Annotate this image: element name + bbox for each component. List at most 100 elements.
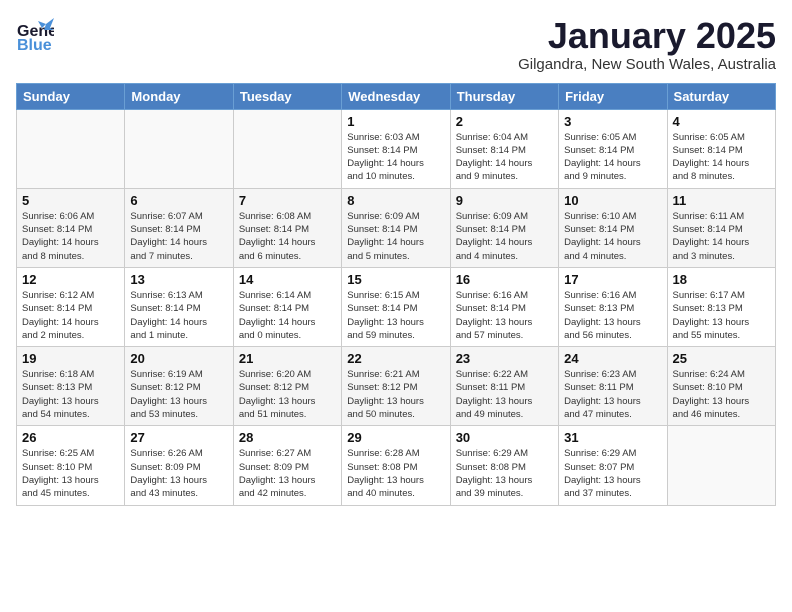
day-number: 2 bbox=[456, 114, 553, 129]
day-number: 21 bbox=[239, 351, 336, 366]
calendar-cell bbox=[233, 109, 341, 188]
calendar-cell: 27Sunrise: 6:26 AM Sunset: 8:09 PM Dayli… bbox=[125, 426, 233, 505]
day-number: 22 bbox=[347, 351, 444, 366]
day-number: 6 bbox=[130, 193, 227, 208]
day-info: Sunrise: 6:13 AM Sunset: 8:14 PM Dayligh… bbox=[130, 289, 227, 342]
day-number: 25 bbox=[673, 351, 770, 366]
page-header: General Blue January 2025 Gilgandra, New… bbox=[16, 16, 776, 73]
calendar-cell: 29 Sunrise: 6:28 AM Sunset: 8:08 PM Dayli… bbox=[342, 426, 450, 505]
svg-text:Blue: Blue bbox=[17, 37, 52, 54]
day-info: Sunrise: 6:24 AM Sunset: 8:10 PM Dayligh… bbox=[673, 368, 770, 421]
day-info: Sunrise: 6:21 AM Sunset: 8:12 PM Dayligh… bbox=[347, 368, 444, 421]
day-number: 1 bbox=[347, 114, 444, 129]
location-title: Gilgandra, New South Wales, Australia bbox=[518, 56, 776, 73]
calendar-cell: 8Sunrise: 6:09 AM Sunset: 8:14 PM Daylig… bbox=[342, 188, 450, 267]
logo: General Blue bbox=[16, 16, 54, 59]
calendar-cell: 11 Sunrise: 6:11 AM Sunset: 8:14 PM Dayli… bbox=[667, 188, 775, 267]
day-info: Sunrise: 6:15 AM Sunset: 8:14 PM Dayligh… bbox=[347, 289, 444, 342]
day-number: 30 bbox=[456, 430, 553, 445]
day-number: 24 bbox=[564, 351, 661, 366]
day-info: Sunrise: 6:03 AM Sunset: 8:14 PM Dayligh… bbox=[347, 131, 444, 184]
day-info: Sunrise: 6:28 AM Sunset: 8:08 PM Dayligh… bbox=[347, 447, 444, 500]
calendar-cell: 16 Sunrise: 6:16 AM Sunset: 8:14 PM Dayli… bbox=[450, 267, 558, 346]
day-number: 19 bbox=[22, 351, 119, 366]
calendar-cell: 1 Sunrise: 6:03 AM Sunset: 8:14 PM Daylig… bbox=[342, 109, 450, 188]
calendar-cell: 2Sunrise: 6:04 AM Sunset: 8:14 PM Daylig… bbox=[450, 109, 558, 188]
calendar-cell: 18Sunrise: 6:17 AM Sunset: 8:13 PM Dayli… bbox=[667, 267, 775, 346]
calendar-week-row: 1 Sunrise: 6:03 AM Sunset: 8:14 PM Daylig… bbox=[17, 109, 776, 188]
day-info: Sunrise: 6:25 AM Sunset: 8:10 PM Dayligh… bbox=[22, 447, 119, 500]
day-number: 27 bbox=[130, 430, 227, 445]
weekday-header-tuesday: Tuesday bbox=[233, 83, 341, 109]
calendar-cell: 13 Sunrise: 6:13 AM Sunset: 8:14 PM Dayli… bbox=[125, 267, 233, 346]
day-info: Sunrise: 6:29 AM Sunset: 8:07 PM Dayligh… bbox=[564, 447, 661, 500]
calendar-cell bbox=[125, 109, 233, 188]
calendar-cell: 22 Sunrise: 6:21 AM Sunset: 8:12 PM Dayli… bbox=[342, 347, 450, 426]
calendar-cell: 25 Sunrise: 6:24 AM Sunset: 8:10 PM Dayli… bbox=[667, 347, 775, 426]
title-block: January 2025 Gilgandra, New South Wales,… bbox=[518, 16, 776, 73]
calendar-week-row: 26 Sunrise: 6:25 AM Sunset: 8:10 PM Dayli… bbox=[17, 426, 776, 505]
calendar-cell: 12 Sunrise: 6:12 AM Sunset: 8:14 PM Dayli… bbox=[17, 267, 125, 346]
day-number: 13 bbox=[130, 272, 227, 287]
day-number: 14 bbox=[239, 272, 336, 287]
calendar-cell bbox=[667, 426, 775, 505]
calendar-table: SundayMondayTuesdayWednesdayThursdayFrid… bbox=[16, 83, 776, 506]
day-number: 12 bbox=[22, 272, 119, 287]
day-number: 4 bbox=[673, 114, 770, 129]
calendar-cell: 17 Sunrise: 6:16 AM Sunset: 8:13 PM Dayli… bbox=[559, 267, 667, 346]
day-number: 9 bbox=[456, 193, 553, 208]
calendar-cell: 28Sunrise: 6:27 AM Sunset: 8:09 PM Dayli… bbox=[233, 426, 341, 505]
calendar-cell: 21Sunrise: 6:20 AM Sunset: 8:12 PM Dayli… bbox=[233, 347, 341, 426]
logo-icon: General Blue bbox=[16, 16, 54, 59]
calendar-cell: 15 Sunrise: 6:15 AM Sunset: 8:14 PM Dayli… bbox=[342, 267, 450, 346]
calendar-cell: 14 Sunrise: 6:14 AM Sunset: 8:14 PM Dayli… bbox=[233, 267, 341, 346]
weekday-header-saturday: Saturday bbox=[667, 83, 775, 109]
calendar-cell: 5 Sunrise: 6:06 AM Sunset: 8:14 PM Daylig… bbox=[17, 188, 125, 267]
calendar-cell: 31 Sunrise: 6:29 AM Sunset: 8:07 PM Dayli… bbox=[559, 426, 667, 505]
day-number: 23 bbox=[456, 351, 553, 366]
day-number: 16 bbox=[456, 272, 553, 287]
calendar-cell: 10 Sunrise: 6:10 AM Sunset: 8:14 PM Dayli… bbox=[559, 188, 667, 267]
day-info: Sunrise: 6:05 AM Sunset: 8:14 PM Dayligh… bbox=[564, 131, 661, 184]
day-number: 7 bbox=[239, 193, 336, 208]
day-number: 31 bbox=[564, 430, 661, 445]
calendar-cell: 3Sunrise: 6:05 AM Sunset: 8:14 PM Daylig… bbox=[559, 109, 667, 188]
day-number: 15 bbox=[347, 272, 444, 287]
day-info: Sunrise: 6:05 AM Sunset: 8:14 PM Dayligh… bbox=[673, 131, 770, 184]
day-info: Sunrise: 6:10 AM Sunset: 8:14 PM Dayligh… bbox=[564, 210, 661, 263]
day-number: 18 bbox=[673, 272, 770, 287]
calendar-cell: 24Sunrise: 6:23 AM Sunset: 8:11 PM Dayli… bbox=[559, 347, 667, 426]
day-number: 26 bbox=[22, 430, 119, 445]
weekday-header-row: SundayMondayTuesdayWednesdayThursdayFrid… bbox=[17, 83, 776, 109]
calendar-cell: 30 Sunrise: 6:29 AM Sunset: 8:08 PM Dayli… bbox=[450, 426, 558, 505]
day-number: 28 bbox=[239, 430, 336, 445]
day-info: Sunrise: 6:16 AM Sunset: 8:13 PM Dayligh… bbox=[564, 289, 661, 342]
day-info: Sunrise: 6:29 AM Sunset: 8:08 PM Dayligh… bbox=[456, 447, 553, 500]
weekday-header-friday: Friday bbox=[559, 83, 667, 109]
day-number: 10 bbox=[564, 193, 661, 208]
weekday-header-monday: Monday bbox=[125, 83, 233, 109]
day-info: Sunrise: 6:11 AM Sunset: 8:14 PM Dayligh… bbox=[673, 210, 770, 263]
calendar-cell bbox=[17, 109, 125, 188]
day-number: 29 bbox=[347, 430, 444, 445]
day-info: Sunrise: 6:06 AM Sunset: 8:14 PM Dayligh… bbox=[22, 210, 119, 263]
day-info: Sunrise: 6:07 AM Sunset: 8:14 PM Dayligh… bbox=[130, 210, 227, 263]
day-info: Sunrise: 6:14 AM Sunset: 8:14 PM Dayligh… bbox=[239, 289, 336, 342]
calendar-cell: 23Sunrise: 6:22 AM Sunset: 8:11 PM Dayli… bbox=[450, 347, 558, 426]
weekday-header-wednesday: Wednesday bbox=[342, 83, 450, 109]
weekday-header-thursday: Thursday bbox=[450, 83, 558, 109]
calendar-cell: 4 Sunrise: 6:05 AM Sunset: 8:14 PM Daylig… bbox=[667, 109, 775, 188]
day-info: Sunrise: 6:19 AM Sunset: 8:12 PM Dayligh… bbox=[130, 368, 227, 421]
calendar-cell: 26 Sunrise: 6:25 AM Sunset: 8:10 PM Dayli… bbox=[17, 426, 125, 505]
day-number: 17 bbox=[564, 272, 661, 287]
weekday-header-sunday: Sunday bbox=[17, 83, 125, 109]
day-info: Sunrise: 6:18 AM Sunset: 8:13 PM Dayligh… bbox=[22, 368, 119, 421]
day-info: Sunrise: 6:09 AM Sunset: 8:14 PM Dayligh… bbox=[347, 210, 444, 263]
month-title: January 2025 bbox=[518, 16, 776, 56]
day-info: Sunrise: 6:12 AM Sunset: 8:14 PM Dayligh… bbox=[22, 289, 119, 342]
calendar-cell: 7Sunrise: 6:08 AM Sunset: 8:14 PM Daylig… bbox=[233, 188, 341, 267]
day-number: 5 bbox=[22, 193, 119, 208]
day-info: Sunrise: 6:16 AM Sunset: 8:14 PM Dayligh… bbox=[456, 289, 553, 342]
day-number: 11 bbox=[673, 193, 770, 208]
calendar-cell: 20Sunrise: 6:19 AM Sunset: 8:12 PM Dayli… bbox=[125, 347, 233, 426]
